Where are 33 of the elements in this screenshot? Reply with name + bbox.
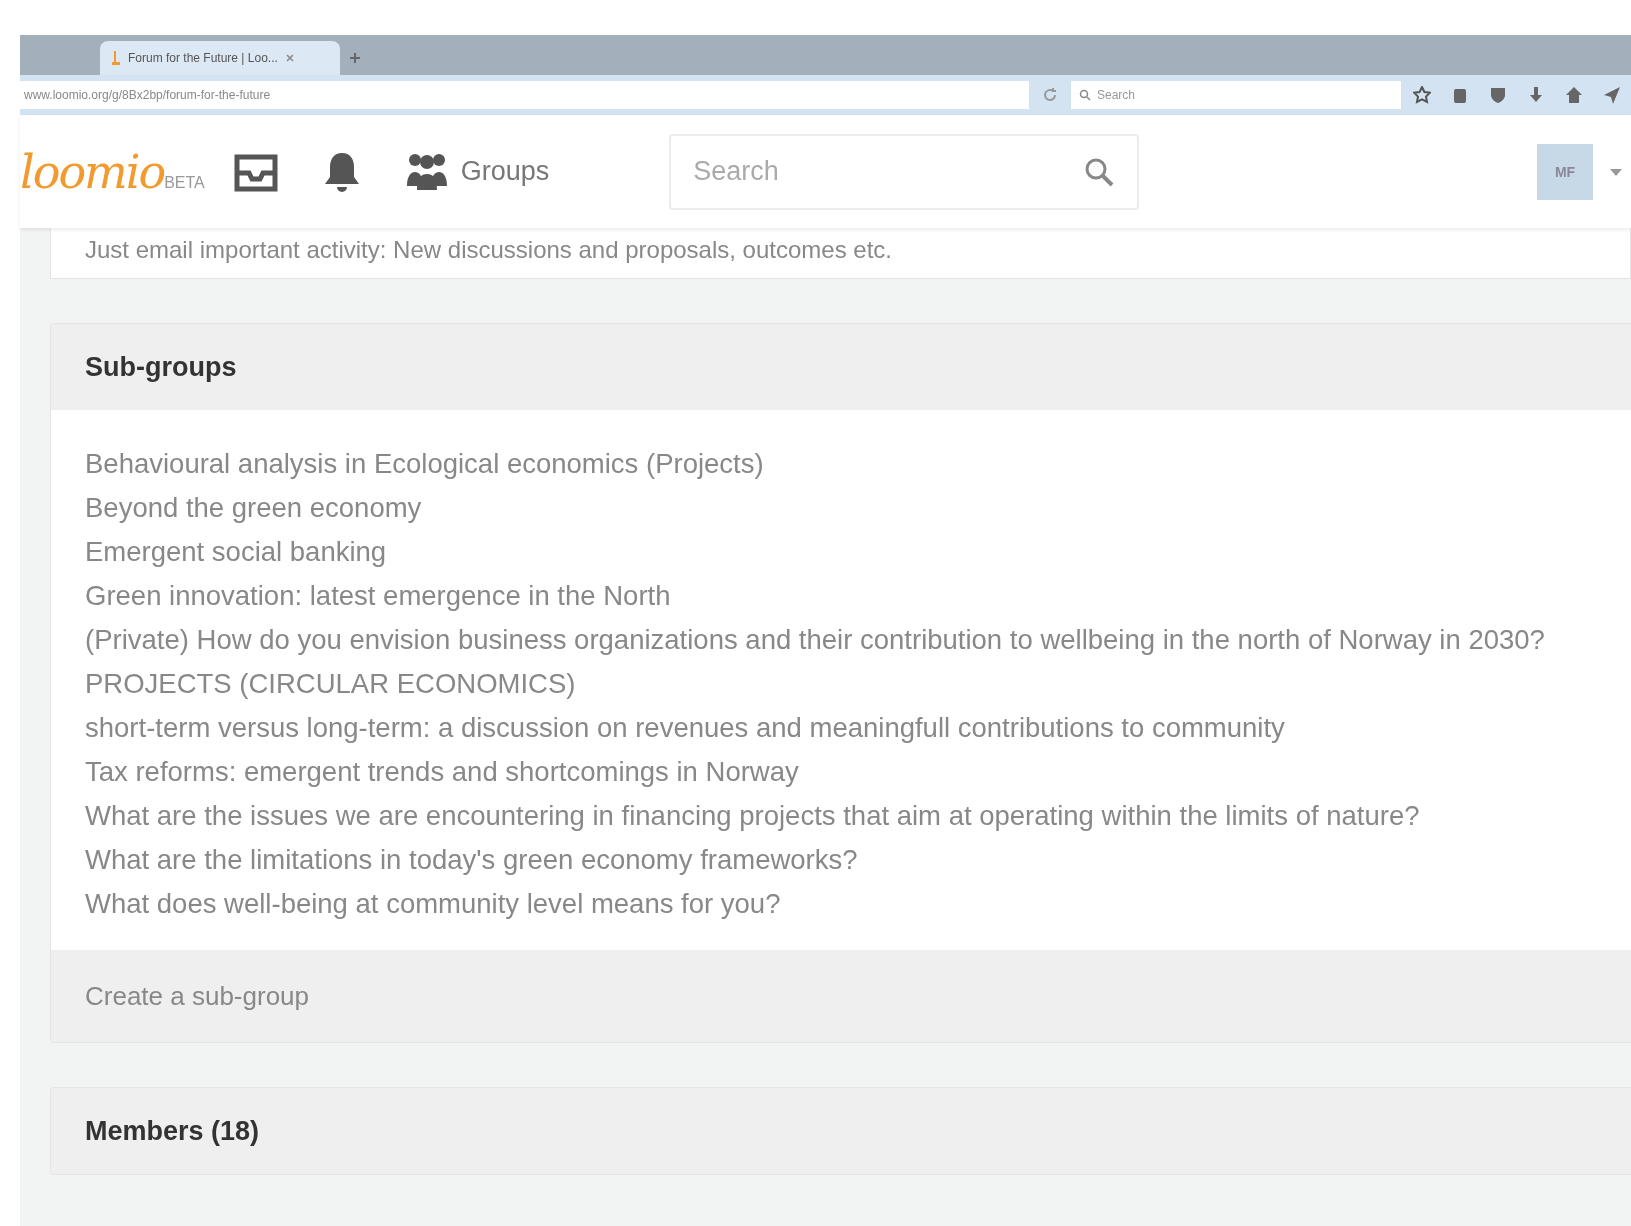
subgroup-link[interactable]: What does well-being at community level means for you? bbox=[85, 882, 1591, 926]
address-bar[interactable]: www.loomio.org/g/8Bx2bp/forum-for-the-future bbox=[20, 81, 1029, 109]
logo[interactable]: loomio bbox=[20, 144, 165, 199]
home-icon[interactable] bbox=[1565, 86, 1583, 104]
subgroup-link[interactable]: Beyond the green economy bbox=[85, 486, 1591, 530]
search-icon bbox=[1079, 89, 1091, 101]
caret-icon[interactable] bbox=[1609, 166, 1623, 177]
subgroup-link[interactable]: (Private) How do you envision business organizations and their contribution to wellbeing in the north of Norway in 2030? bbox=[85, 618, 1591, 662]
new-tab-icon[interactable] bbox=[350, 53, 360, 63]
subgroup-link[interactable]: Emergent social banking bbox=[85, 530, 1591, 574]
shield-icon[interactable] bbox=[1489, 86, 1507, 104]
subgroup-link[interactable]: What are the issues we are encountering in financing projects that aim at operating within the limits of nature? bbox=[85, 794, 1591, 838]
browser-search-field[interactable]: Search bbox=[1071, 81, 1401, 109]
download-icon[interactable] bbox=[1527, 86, 1545, 104]
email-setting-text: Just email important activity: New discussions and proposals, outcomes etc. bbox=[50, 228, 1631, 279]
browser-tab[interactable]: Forum for the Future | Loo... bbox=[100, 41, 340, 75]
subgroup-link[interactable]: What are the limitations in today's green economy frameworks? bbox=[85, 838, 1591, 882]
beta-label: BETA bbox=[164, 174, 205, 192]
subgroup-link[interactable]: short-term versus long-term: a discussion on revenues and meaningfull contributions to community bbox=[85, 706, 1591, 750]
star-icon[interactable] bbox=[1413, 86, 1431, 104]
create-subgroup-link[interactable]: Create a sub-group bbox=[85, 980, 310, 1012]
card-title: Members (18) bbox=[51, 1088, 1631, 1174]
people-icon bbox=[404, 151, 449, 192]
user-avatar[interactable]: MF bbox=[1537, 143, 1593, 200]
search-field[interactable]: Search bbox=[669, 133, 1140, 210]
close-icon[interactable] bbox=[285, 54, 294, 62]
groups-button[interactable]: Groups bbox=[404, 151, 550, 192]
subgroup-link[interactable]: PROJECTS (CIRCULAR ECONOMICS) bbox=[85, 662, 1591, 706]
subgroup-link[interactable]: Behavioural analysis in Ecological economics (Projects) bbox=[85, 442, 1591, 486]
subgroup-link[interactable]: Tax reforms: emergent trends and shortcomings in Norway bbox=[85, 750, 1591, 794]
subgroup-link[interactable]: Green innovation: latest emergence in the North bbox=[85, 574, 1591, 618]
card-title: Sub-groups bbox=[51, 324, 1631, 410]
send-icon[interactable] bbox=[1603, 86, 1621, 104]
